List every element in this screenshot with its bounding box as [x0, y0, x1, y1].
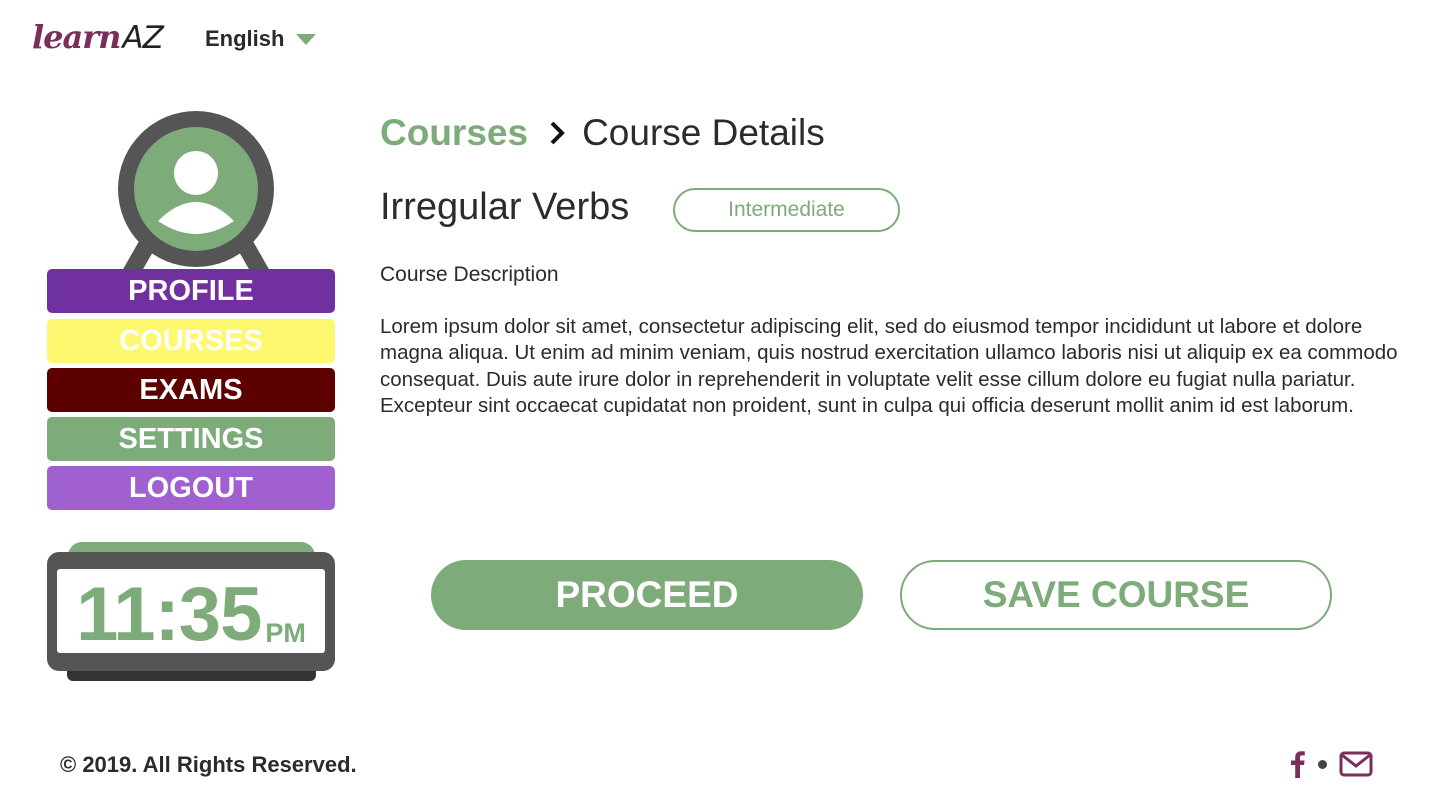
- level-badge: Intermediate: [673, 188, 900, 232]
- separator-dot: [1318, 759, 1327, 769]
- user-avatar-icon: [118, 111, 274, 271]
- breadcrumb-courses-link[interactable]: Courses: [380, 112, 528, 154]
- copyright-text: © 2019. All Rights Reserved.: [60, 752, 357, 777]
- logo-az-text: AZ: [122, 20, 163, 56]
- proceed-button[interactable]: PROCEED: [431, 560, 863, 630]
- clock-widget: 11:35 PM: [47, 552, 335, 671]
- app-logo[interactable]: learn AZ: [32, 16, 164, 56]
- clock-ampm: PM: [265, 618, 306, 648]
- language-label: English: [205, 26, 285, 51]
- chevron-right-icon: [548, 120, 566, 146]
- chevron-down-icon: [296, 33, 317, 45]
- menu-logout-button[interactable]: LOGOUT: [47, 466, 335, 510]
- clock-face: 11:35 PM: [57, 569, 325, 653]
- breadcrumb: Courses Course Details: [380, 112, 825, 154]
- course-title: Irregular Verbs: [380, 186, 630, 228]
- language-dropdown[interactable]: English: [205, 26, 317, 52]
- facebook-icon[interactable]: [1286, 750, 1308, 778]
- clock-time: 11:35: [76, 572, 262, 657]
- menu-exams-button[interactable]: EXAMS: [47, 368, 335, 412]
- social-links: [1286, 750, 1373, 778]
- avatar: [118, 111, 274, 271]
- description-label: Course Description: [380, 263, 559, 286]
- mail-icon[interactable]: [1339, 751, 1373, 777]
- menu-profile-button[interactable]: PROFILE: [47, 269, 335, 313]
- course-description: Lorem ipsum dolor sit amet, consectetur …: [380, 315, 1398, 417]
- menu-courses-button[interactable]: COURSES: [47, 319, 335, 363]
- logo-learn-text: learn: [32, 18, 121, 56]
- breadcrumb-current: Course Details: [582, 112, 825, 153]
- save-course-button[interactable]: SAVE COURSE: [900, 560, 1332, 630]
- menu-settings-button[interactable]: SETTINGS: [47, 417, 335, 461]
